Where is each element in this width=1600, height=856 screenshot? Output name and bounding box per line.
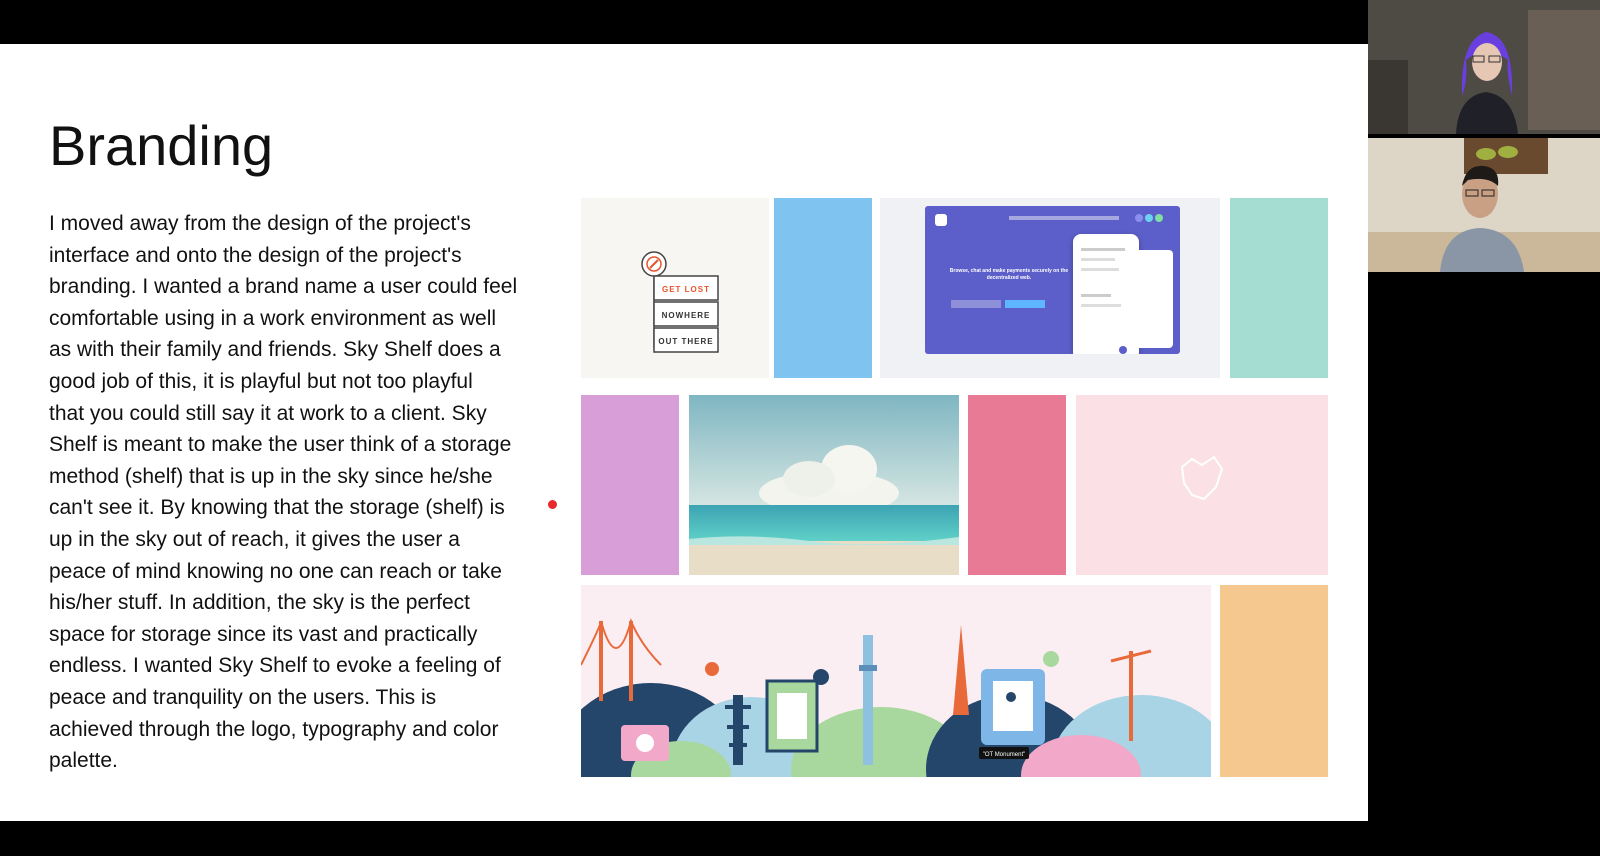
- body-line: as with their family and friends. Sky Sh…: [49, 338, 501, 362]
- body-line: can't see it. By knowing that the storag…: [49, 496, 505, 520]
- participant-video-1[interactable]: [1368, 0, 1600, 134]
- body-line: I moved away from the design of the proj…: [49, 212, 471, 235]
- body-line: branding. I wanted a brand name a user c…: [49, 275, 518, 299]
- color-swatch-blue: [774, 198, 872, 378]
- color-swatch-purple: [581, 395, 679, 575]
- body-line: peace and tranquility on the users. This…: [49, 685, 437, 709]
- mockup-panel: [1133, 250, 1173, 348]
- body-line: his/her stuff. In addition, the sky is t…: [49, 591, 471, 615]
- body-line: palette.: [49, 749, 118, 773]
- laser-pointer: [548, 500, 557, 509]
- body-line: endless. I wanted Sky Shelf to evoke a f…: [49, 654, 501, 678]
- beach-photo: [689, 395, 959, 575]
- slide-title: Branding: [49, 114, 274, 177]
- body-line: method (shelf) that is up in the sky sin…: [49, 464, 493, 488]
- body-line: interface and onto the design of the pro…: [49, 243, 462, 267]
- body-line: Shelf is meant to make the user think of…: [49, 433, 512, 457]
- signpost-label: GET LOST: [662, 285, 710, 294]
- mockup-headline: Browse, chat and make payments securely …: [949, 268, 1069, 281]
- color-swatch-pink: [968, 395, 1066, 575]
- presentation-slide: Branding I moved away from the design of…: [0, 44, 1368, 821]
- body-line: achieved through the logo, typography an…: [49, 717, 499, 741]
- body-line: up in the sky out of reach, it gives the…: [49, 527, 460, 551]
- color-swatch-orange: [1220, 585, 1328, 777]
- mockup-input: [951, 300, 1001, 308]
- slide-body-text: I moved away from the design of the proj…: [49, 208, 569, 777]
- signpost-label: OUT THERE: [658, 337, 713, 346]
- body-line: peace of mind knowing no one can reach o…: [49, 559, 502, 583]
- signpost-label: NOWHERE: [662, 311, 711, 320]
- mockup-logo-icon: [935, 214, 947, 226]
- app-mockup-image: Browse, chat and make payments securely …: [880, 198, 1220, 378]
- city-illustration: "OT Monument": [581, 585, 1211, 777]
- mockup-nav: [1009, 216, 1119, 220]
- participant-video-2[interactable]: [1368, 138, 1600, 272]
- mockup-button: [1005, 300, 1045, 308]
- wolf-logo-icon: [1180, 455, 1224, 501]
- city-tag-label: "OT Monument": [983, 752, 1026, 758]
- mockup-phone: [1073, 234, 1139, 354]
- body-line: that you could still say it at work to a…: [49, 401, 487, 425]
- color-swatch-teal: [1230, 198, 1328, 378]
- mockup-screen: Browse, chat and make payments securely …: [925, 206, 1180, 354]
- body-line: good job of this, it is playful but not …: [49, 369, 473, 393]
- body-line: space for storage since its vast and pra…: [49, 622, 478, 646]
- color-swatch-light-pink: [1076, 395, 1328, 575]
- body-line: comfortable using in a work environment …: [49, 306, 497, 330]
- signpost-image: GET LOST NOWHERE OUT THERE: [581, 198, 769, 378]
